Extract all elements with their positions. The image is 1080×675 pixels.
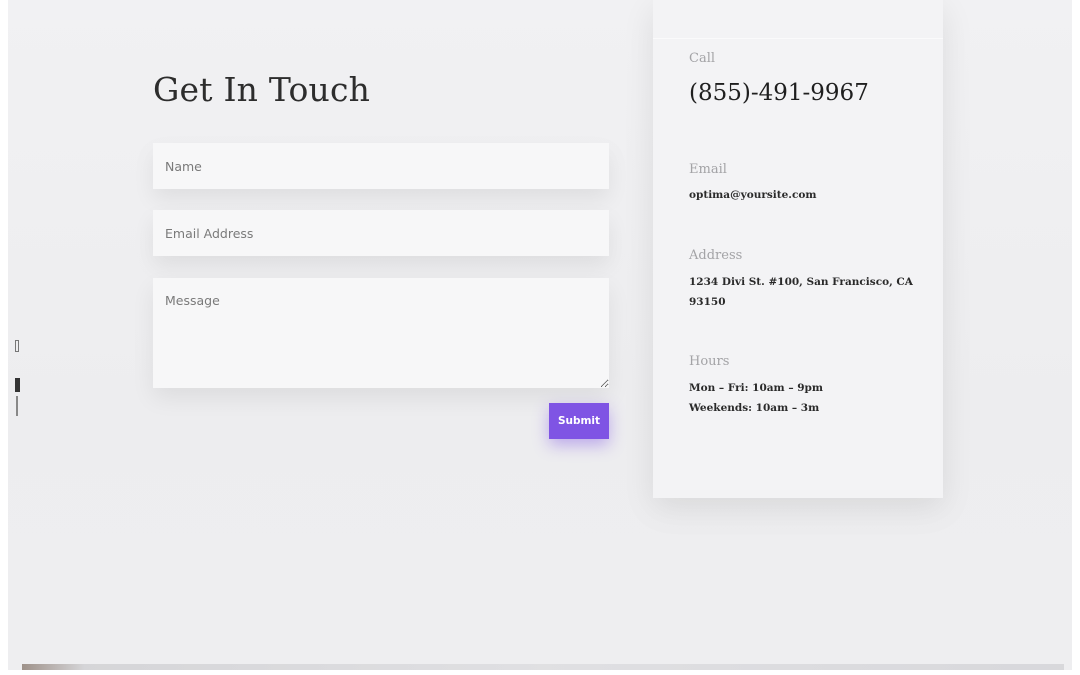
hours-label: Hours: [689, 354, 730, 369]
street-address: 1234 Divi St. #100, San Francisco, CA 93…: [689, 276, 913, 308]
contact-info-card: Call (855)-491-9967 Email optima@yoursit…: [653, 0, 943, 498]
hours-weekdays: Mon – Fri: 10am – 9pm: [689, 382, 823, 394]
background-edge-fragment: [15, 340, 20, 420]
email-label: Email: [689, 162, 727, 177]
address-label: Address: [689, 248, 743, 263]
email-address[interactable]: optima@yoursite.com: [689, 185, 914, 205]
background-bottom-strip: [22, 664, 1064, 670]
submit-button[interactable]: Submit: [549, 403, 609, 439]
phone-number[interactable]: (855)-491-9967: [689, 80, 869, 106]
hours-weekends: Weekends: 10am – 3m: [689, 402, 820, 414]
page-title: Get In Touch: [153, 70, 371, 109]
contact-section: Get In Touch Submit Call (855)-491-9967 …: [8, 0, 1072, 670]
email-input[interactable]: [153, 210, 609, 256]
card-divider: [653, 38, 943, 39]
name-input[interactable]: [153, 143, 609, 189]
call-label: Call: [689, 51, 716, 66]
message-textarea[interactable]: [153, 278, 609, 388]
